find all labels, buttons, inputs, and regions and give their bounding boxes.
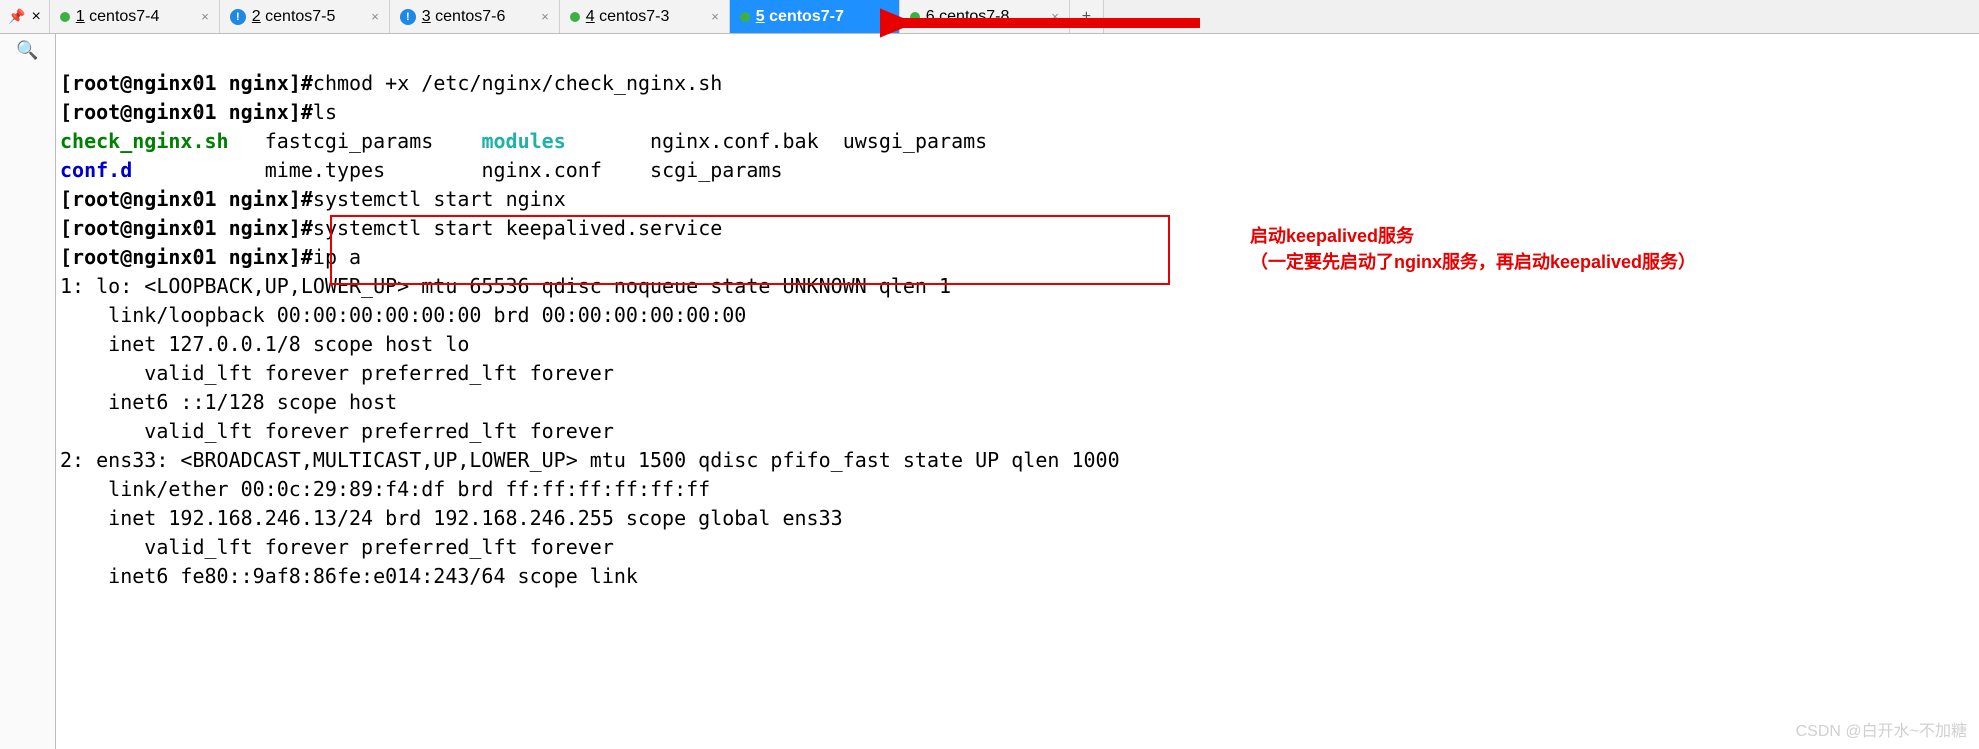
pin-area[interactable]: 📌 × <box>0 0 50 33</box>
close-icon[interactable]: × <box>533 9 549 24</box>
annotation-text-1: 启动keepalived服务 <box>1250 222 1414 248</box>
close-icon[interactable]: × <box>1043 9 1059 24</box>
ipa-line: valid_lft forever preferred_lft forever <box>60 361 614 385</box>
tab-bar: 📌 × 1 centos7-4 × ! 2 centos7-5 × ! 3 ce… <box>0 0 1979 34</box>
annotation-box <box>330 215 1170 285</box>
ls-item: scgi_params <box>650 158 782 182</box>
tab-number: 2 <box>252 8 261 25</box>
status-dot-icon <box>740 12 750 22</box>
tab-number: 3 <box>422 8 431 25</box>
pin-close-icon[interactable]: × <box>31 8 40 26</box>
tab-number: 6 <box>926 8 935 25</box>
ls-item: nginx.conf <box>481 158 601 182</box>
ipa-line: inet 127.0.0.1/8 scope host lo <box>60 332 469 356</box>
ipa-line: valid_lft forever preferred_lft forever <box>60 535 614 559</box>
close-icon[interactable]: × <box>703 9 719 24</box>
tab-centos7-3[interactable]: 4 centos7-3 × <box>560 0 730 33</box>
ipa-line: link/ether 00:0c:29:89:f4:df brd ff:ff:f… <box>60 477 710 501</box>
left-gutter: 🔍 <box>0 34 56 749</box>
terminal-output[interactable]: [root@nginx01 nginx]#chmod +x /etc/nginx… <box>56 34 1979 749</box>
ls-item: nginx.conf.bak <box>650 129 819 153</box>
tab-centos7-7[interactable]: 5 centos7-7 × <box>730 0 900 33</box>
prompt: [root@nginx01 nginx]# <box>60 100 313 124</box>
close-icon[interactable]: × <box>193 9 209 24</box>
ls-item: uwsgi_params <box>843 129 988 153</box>
close-icon[interactable]: × <box>363 9 379 24</box>
ipa-line: inet 192.168.246.13/24 brd 192.168.246.2… <box>60 506 843 530</box>
ls-item: mime.types <box>265 158 385 182</box>
ipa-line: valid_lft forever preferred_lft forever <box>60 419 614 443</box>
tab-label: centos7-3 <box>599 8 669 25</box>
close-icon[interactable]: × <box>873 9 889 24</box>
annotation-text-2: （一定要先启动了nginx服务，再启动keepalived服务） <box>1250 248 1696 274</box>
status-dot-icon <box>60 12 70 22</box>
tab-label: centos7-6 <box>435 8 505 25</box>
ipa-line: inet6 fe80::9af8:86fe:e014:243/64 scope … <box>60 564 638 588</box>
tab-number: 5 <box>756 8 765 25</box>
ls-item: fastcgi_params <box>265 129 434 153</box>
info-icon: ! <box>400 9 416 25</box>
search-icon[interactable]: 🔍 <box>16 40 38 61</box>
cmd-start-nginx: systemctl start nginx <box>313 187 566 211</box>
ipa-line: 2: ens33: <BROADCAST,MULTICAST,UP,LOWER_… <box>60 448 1120 472</box>
ls-item: conf.d <box>60 158 132 182</box>
prompt: [root@nginx01 nginx]# <box>60 71 313 95</box>
ipa-line: inet6 ::1/128 scope host <box>60 390 397 414</box>
ls-item: check_nginx.sh <box>60 129 229 153</box>
info-icon: ! <box>230 9 246 25</box>
tab-label: centos7-4 <box>89 8 159 25</box>
tabs-container: 1 centos7-4 × ! 2 centos7-5 × ! 3 centos… <box>50 0 1979 33</box>
tab-number: 4 <box>586 8 595 25</box>
cmd-ls: ls <box>313 100 337 124</box>
pin-icon: 📌 <box>8 8 25 25</box>
prompt: [root@nginx01 nginx]# <box>60 245 313 269</box>
tab-centos7-5[interactable]: ! 2 centos7-5 × <box>220 0 390 33</box>
ls-item: modules <box>481 129 565 153</box>
tab-label: centos7-5 <box>265 8 335 25</box>
ipa-line: link/loopback 00:00:00:00:00:00 brd 00:0… <box>60 303 746 327</box>
tab-number: 1 <box>76 8 85 25</box>
add-tab-button[interactable]: + <box>1070 0 1104 33</box>
status-dot-icon <box>570 12 580 22</box>
tab-centos7-6[interactable]: ! 3 centos7-6 × <box>390 0 560 33</box>
tab-centos7-8[interactable]: 6 centos7-8 × <box>900 0 1070 33</box>
tab-label: centos7-8 <box>939 8 1009 25</box>
prompt: [root@nginx01 nginx]# <box>60 216 313 240</box>
tab-centos7-4[interactable]: 1 centos7-4 × <box>50 0 220 33</box>
status-dot-icon <box>910 12 920 22</box>
cmd-chmod: chmod +x /etc/nginx/check_nginx.sh <box>313 71 722 95</box>
tab-label: centos7-7 <box>769 8 844 25</box>
prompt: [root@nginx01 nginx]# <box>60 187 313 211</box>
